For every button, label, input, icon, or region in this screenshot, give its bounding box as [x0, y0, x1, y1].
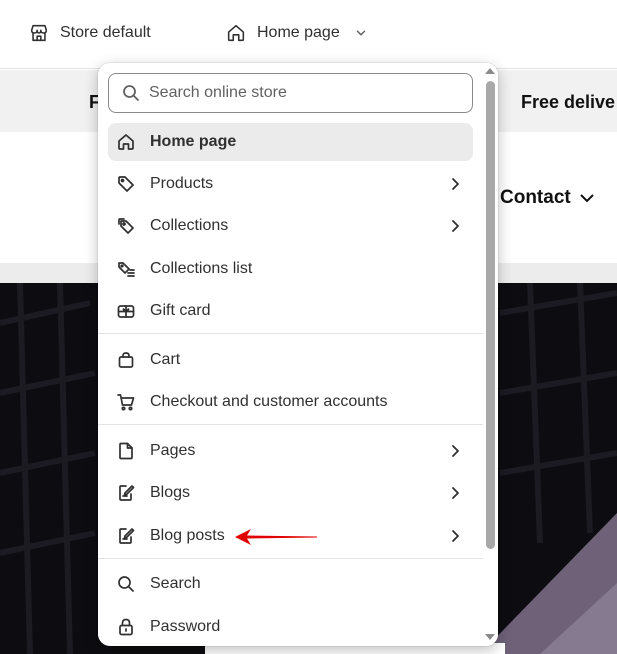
menu-item-label: Blog posts — [150, 527, 225, 544]
menu-item-password[interactable]: Password — [108, 608, 473, 646]
annotation-arrow-icon — [235, 529, 317, 545]
menu-item-label: Search — [150, 575, 201, 592]
search-field[interactable] — [108, 73, 473, 113]
chevron-right-icon — [447, 443, 463, 459]
menu-divider — [98, 424, 483, 425]
scroll-up-arrow[interactable] — [485, 68, 495, 74]
chevron-right-icon — [447, 218, 463, 234]
nav-contact-label: Contact — [500, 187, 571, 208]
lock-icon — [116, 617, 136, 637]
page-selector-label: Home page — [257, 24, 340, 41]
page-icon — [116, 441, 136, 461]
announcement-text-right: Free delive — [521, 92, 616, 112]
blog-icon — [116, 483, 136, 503]
menu-item-label: Checkout and customer accounts — [150, 393, 388, 410]
scrollbar-thumb[interactable] — [486, 81, 495, 549]
menu-item-products[interactable]: Products — [108, 165, 473, 203]
tag-list-icon — [116, 259, 136, 279]
tags-icon — [116, 216, 136, 236]
menu-item-checkout[interactable]: Checkout and customer accounts — [108, 383, 473, 421]
menu-item-label: Collections — [150, 217, 229, 234]
blog-post-icon — [116, 526, 136, 546]
menu-item-home-page[interactable]: Home page — [108, 123, 473, 161]
chevron-down-icon — [356, 30, 365, 36]
page-dropdown-menu: Home page Products Collections Collectio… — [98, 63, 498, 646]
store-selector[interactable]: Store default — [28, 20, 151, 46]
chevron-right-icon — [447, 176, 463, 192]
search-icon — [123, 85, 139, 101]
tag-icon — [116, 174, 136, 194]
gift-card-icon — [116, 301, 136, 321]
menu-divider — [98, 558, 483, 559]
menu-divider — [98, 333, 483, 334]
home-icon — [227, 24, 245, 42]
menu-item-collections-list[interactable]: Collections list — [108, 250, 473, 288]
store-label: Store default — [60, 24, 151, 41]
menu-item-label: Password — [150, 618, 221, 635]
menu-item-pages[interactable]: Pages — [108, 432, 473, 470]
menu-item-gift-card[interactable]: Gift card — [108, 292, 473, 330]
search-icon — [116, 574, 136, 594]
menu-item-label: Blogs — [150, 484, 191, 501]
menu-item-label: Products — [150, 175, 214, 192]
menu-item-label: Collections list — [150, 260, 253, 277]
menu-item-label: Gift card — [150, 302, 211, 319]
menu-item-blogs[interactable]: Blogs — [108, 474, 473, 512]
page-selector[interactable]: Home page — [225, 20, 368, 46]
cart-icon — [116, 392, 136, 412]
scroll-down-arrow[interactable] — [485, 634, 495, 640]
menu-item-label: Cart — [150, 351, 181, 368]
chevron-down-icon — [580, 194, 594, 203]
search-input[interactable] — [149, 84, 449, 102]
menu-item-collections[interactable]: Collections — [108, 207, 473, 245]
home-icon — [116, 132, 136, 152]
menu-item-cart[interactable]: Cart — [108, 341, 473, 379]
chevron-right-icon — [447, 485, 463, 501]
chevron-right-icon — [447, 528, 463, 544]
top-bar: Store default Home page — [0, 0, 617, 69]
menu-item-search[interactable]: Search — [108, 565, 473, 603]
menu-item-label: Pages — [150, 442, 196, 459]
store-icon — [30, 24, 48, 42]
nav-contact[interactable]: Contact — [500, 187, 597, 209]
menu-item-label: Home page — [150, 133, 237, 150]
bag-icon — [116, 350, 136, 370]
